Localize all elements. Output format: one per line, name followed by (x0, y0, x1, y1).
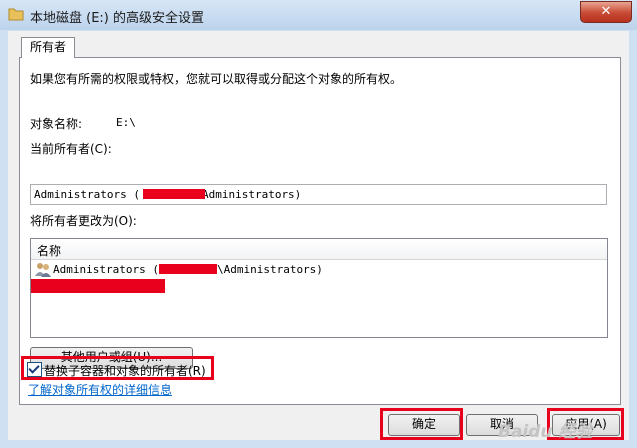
highlight-frame (380, 408, 463, 440)
learn-more-link[interactable]: 了解对象所有权的详细信息 (28, 381, 172, 398)
current-owner-field: Administrators (Administrators) (30, 184, 607, 205)
owner-panel: 如果您有所需的权限或特权，您就可以取得或分配这个对象的所有权。 对象名称: E:… (19, 57, 621, 405)
owner-candidates-list[interactable]: 名称 Administrators (\Administrators) (30, 238, 608, 338)
instruction-text: 如果您有所需的权限或特权，您就可以取得或分配这个对象的所有权。 (30, 72, 403, 86)
current-owner-value: Administrators (Administrators) (34, 188, 302, 201)
object-name-value: E:\ (116, 116, 136, 129)
highlight-frame (21, 356, 214, 380)
user-group-icon (35, 262, 51, 277)
window-title: 本地磁盘 (E:) 的高级安全设置 (30, 11, 205, 26)
column-name-header: 名称 (37, 244, 62, 258)
close-button[interactable]: ✕ (580, 1, 632, 23)
title-bar: 本地磁盘 (E:) 的高级安全设置 ✕ (0, 0, 637, 30)
watermark: Baidu 经验 (498, 422, 593, 442)
redacted-mark (158, 264, 217, 274)
list-item-text: Administrators (\Administrators) (53, 263, 323, 276)
folder-icon (8, 7, 24, 21)
current-owner-label: 当前所有者(C): (30, 142, 112, 156)
redacted-mark (142, 189, 205, 199)
dialog-client: 所有者 如果您有所需的权限或特权，您就可以取得或分配这个对象的所有权。 对象名称… (8, 31, 629, 442)
change-owner-label: 将所有者更改为(O): (30, 214, 137, 228)
tab-owner[interactable]: 所有者 (21, 37, 75, 58)
redacted-mark (31, 279, 165, 293)
list-item[interactable]: Administrators (\Administrators) (31, 261, 607, 279)
object-name-label: 对象名称: (30, 117, 83, 131)
list-column-header[interactable]: 名称 (31, 239, 607, 260)
